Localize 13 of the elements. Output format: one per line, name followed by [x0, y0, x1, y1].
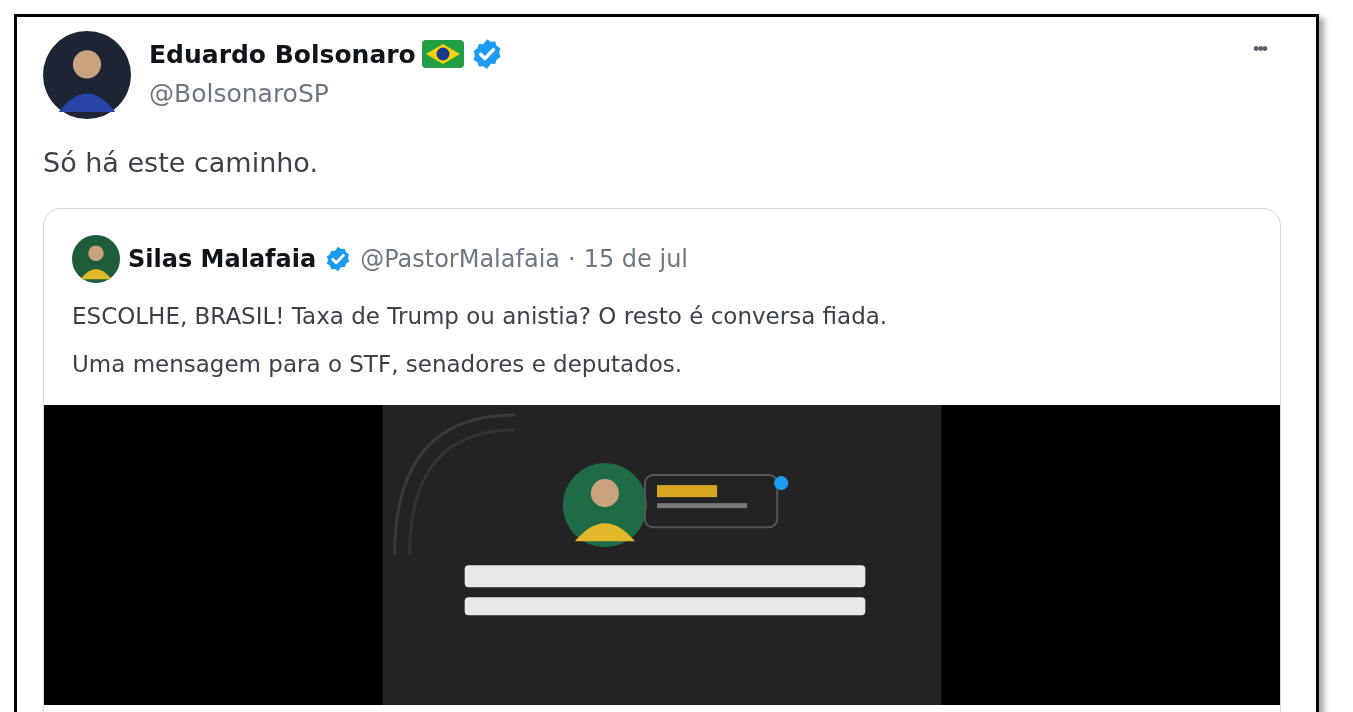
post-date[interactable]: 15 de jul: [583, 245, 688, 273]
quoted-post-text: ESCOLHE, BRASIL! Taxa de Trump ou anistia? O resto é conversa fiada.: [72, 303, 889, 329]
quoted-post-card[interactable]: Silas Malafaia @PastorMalafaia · 15 de jul ESCOLHE, BRASIL! Taxa de Trump ou anistia? O resto é conversa fiada. Uma mensagem para o STF, senadores e deputados.: [43, 208, 1281, 712]
post-text: Só há este caminho.: [43, 147, 319, 178]
author-handle[interactable]: @BolsonaroSP: [149, 79, 329, 108]
author-name[interactable]: Eduardo Bolsonaro: [149, 39, 416, 69]
quoted-post-text: Uma mensagem para o STF, senadores e deputados.: [72, 351, 684, 377]
more-button[interactable]: •••: [1249, 31, 1270, 68]
avatar[interactable]: [72, 235, 120, 283]
quoted-author-handle[interactable]: @PastorMalafaia: [360, 245, 561, 273]
avatar[interactable]: [43, 31, 131, 119]
separator-dot: ·: [568, 245, 576, 273]
quoted-author-name[interactable]: Silas Malafaia: [128, 245, 317, 273]
